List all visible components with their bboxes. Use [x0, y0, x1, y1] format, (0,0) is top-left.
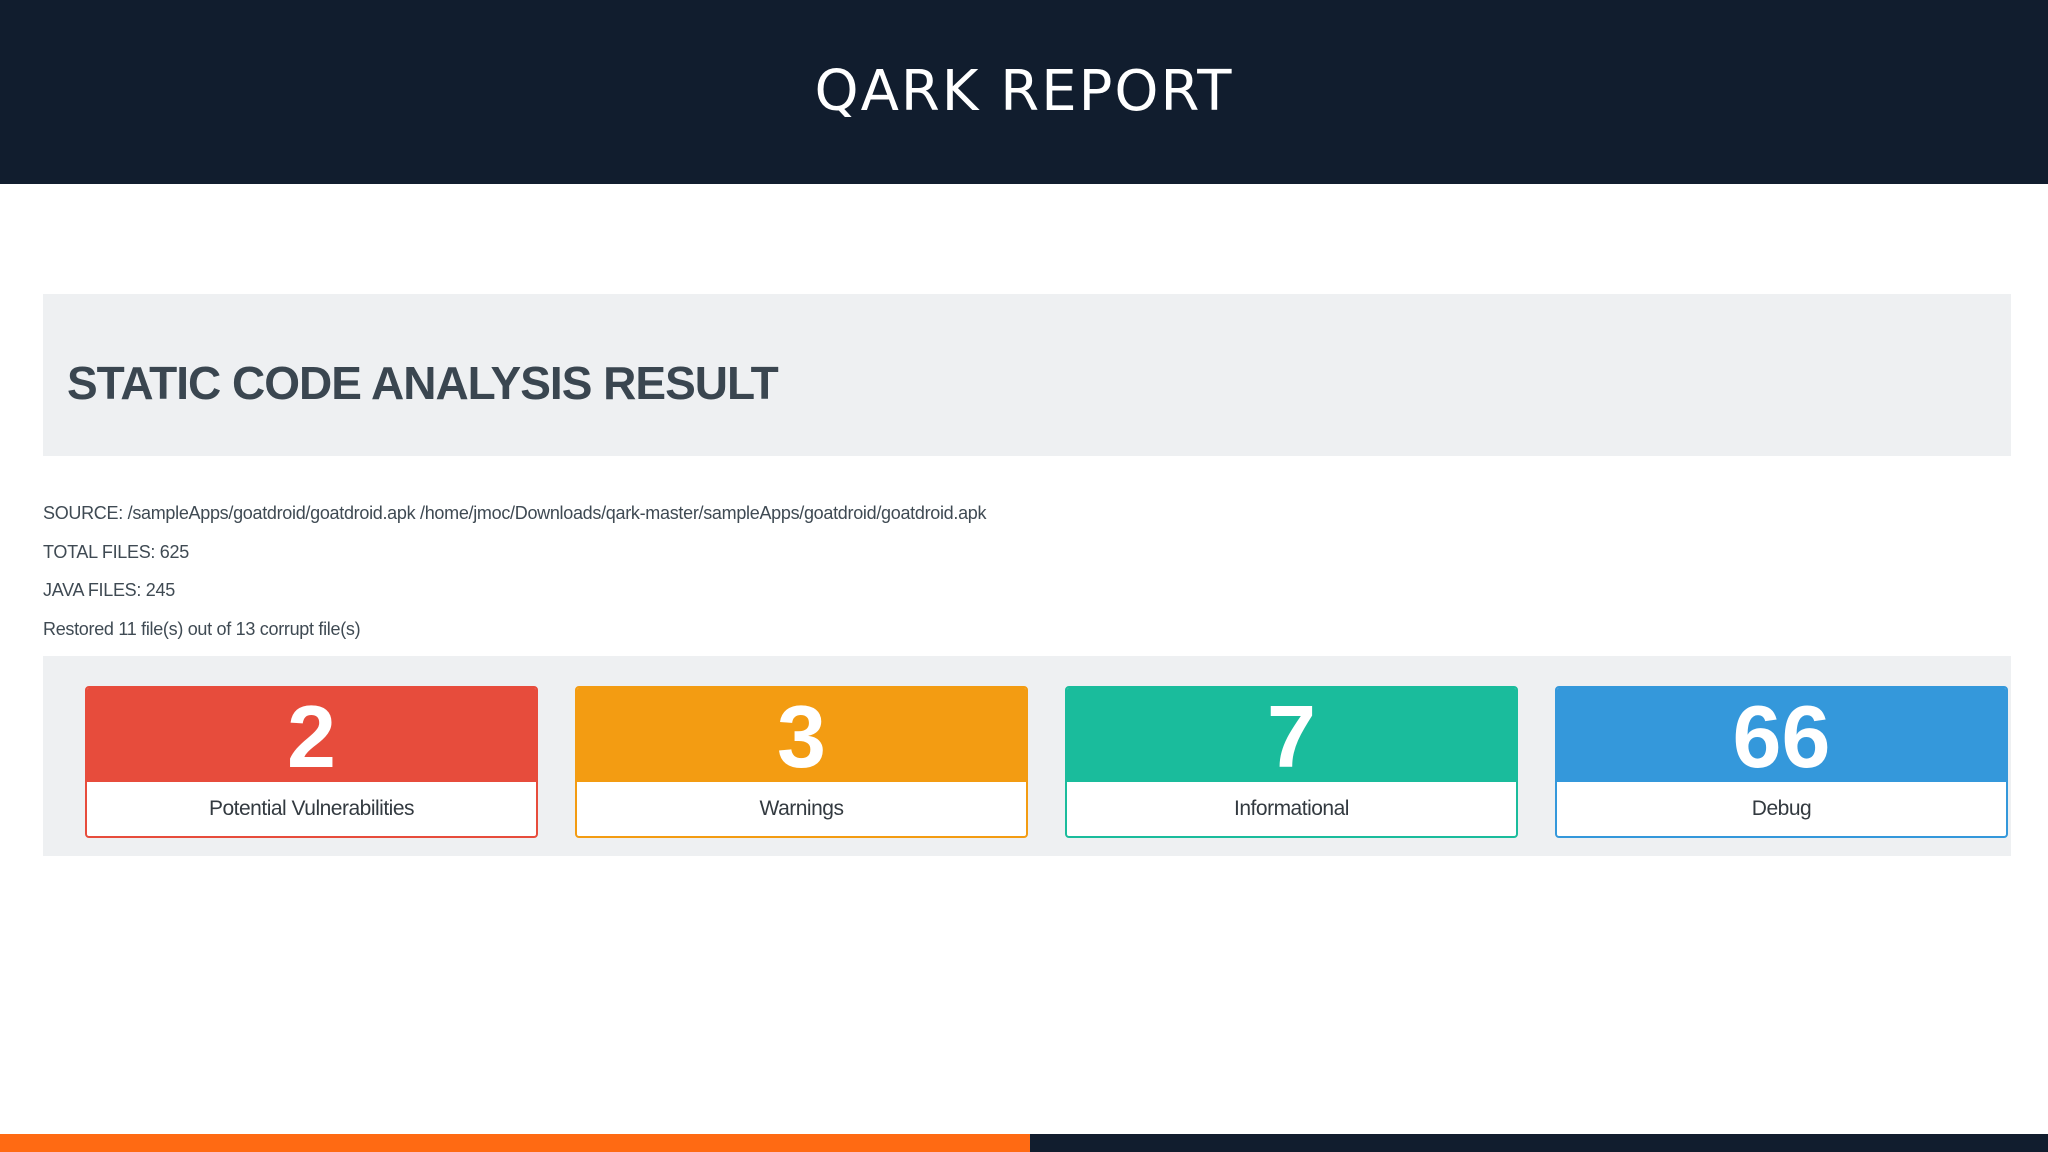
footer-accent-bar	[0, 1134, 1030, 1152]
vulnerabilities-count-area: 2	[87, 688, 536, 782]
restored-files-text: Restored 11 file(s) out of 13 corrupt fi…	[43, 619, 361, 639]
debug-label: Debug	[1751, 797, 1812, 820]
java-files-text: JAVA FILES: 245	[43, 580, 175, 600]
informational-count: 7	[1267, 687, 1316, 786]
debug-count: 66	[1732, 687, 1831, 786]
debug-card[interactable]: 66 Debug	[1555, 686, 2008, 838]
warnings-count-area: 3	[577, 688, 1026, 782]
vulnerabilities-label: Potential Vulnerabilities	[208, 797, 415, 820]
result-header-panel: STATIC CODE ANALYSIS RESULT	[43, 294, 2011, 456]
informational-label: Informational	[1234, 797, 1349, 820]
informational-count-area: 7	[1067, 688, 1516, 782]
vulnerabilities-card[interactable]: 2 Potential Vulnerabilities	[85, 686, 538, 838]
warnings-label: Warnings	[759, 797, 844, 820]
debug-count-area: 66	[1557, 688, 2006, 782]
warnings-card[interactable]: 3 Warnings	[575, 686, 1028, 838]
source-path-text: SOURCE: /sampleApps/goatdroid/goatdroid.…	[43, 503, 987, 523]
summary-cards-band: 2 Potential Vulnerabilities 3 Warnings 7…	[43, 656, 2011, 856]
footer-dark-bar	[1030, 1134, 2048, 1152]
informational-card[interactable]: 7 Informational	[1065, 686, 1518, 838]
report-title: QARK REPORT	[814, 58, 1234, 124]
warnings-count: 3	[777, 687, 826, 786]
vulnerabilities-count: 2	[287, 687, 336, 786]
total-files-text: TOTAL FILES: 625	[43, 542, 189, 562]
result-heading: STATIC CODE ANALYSIS RESULT	[67, 357, 779, 409]
report-title-bar: QARK REPORT	[0, 0, 2048, 184]
